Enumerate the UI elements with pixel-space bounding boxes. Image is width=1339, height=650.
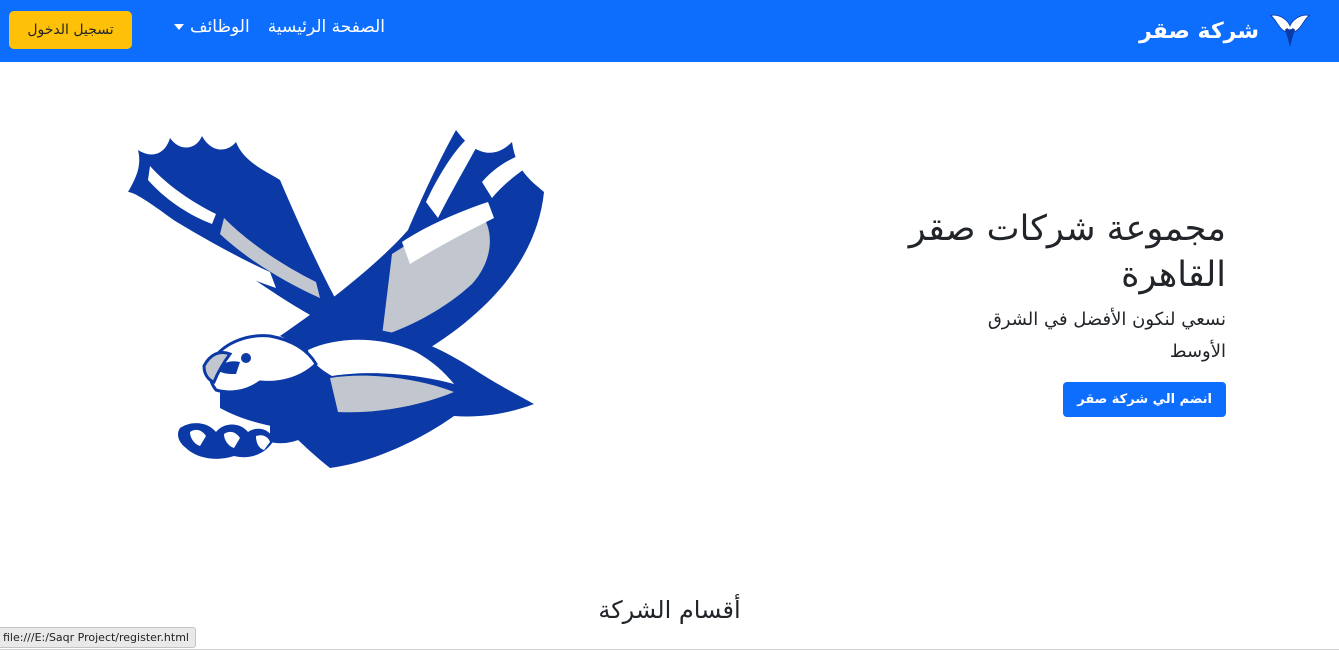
navbar: شركة صقر الصفحة الرئيسية الوظائف تسجيل ا… (0, 0, 1339, 62)
eagle-icon (128, 130, 544, 468)
hero-subtitle: نسعي لنكون الأفضل في الشرق الأوسط (987, 309, 1226, 362)
caret-down-icon (173, 24, 184, 30)
nav-jobs-dropdown[interactable]: الوظائف (173, 17, 250, 37)
status-bar-url: file:///E:/Saqr Project/register.html (0, 627, 196, 648)
brand-name: شركة صقر (1139, 18, 1259, 44)
brand-link[interactable]: شركة صقر (1139, 10, 1311, 52)
eagle-icon (1269, 14, 1311, 48)
nav-home-link[interactable]: الصفحة الرئيسية (268, 17, 385, 37)
hero-text: مجموعة شركات صقر القاهرة نسعي لنكون الأف… (846, 206, 1226, 417)
section-title: أقسام الشركة (598, 596, 741, 624)
nav-links: الصفحة الرئيسية الوظائف (173, 17, 385, 37)
nav-jobs-label: الوظائف (189, 17, 250, 37)
hero-title: مجموعة شركات صقر القاهرة (908, 209, 1226, 295)
join-button[interactable]: انضم الي شركة صقر (1063, 382, 1226, 417)
login-button[interactable]: تسجيل الدخول (9, 11, 132, 49)
